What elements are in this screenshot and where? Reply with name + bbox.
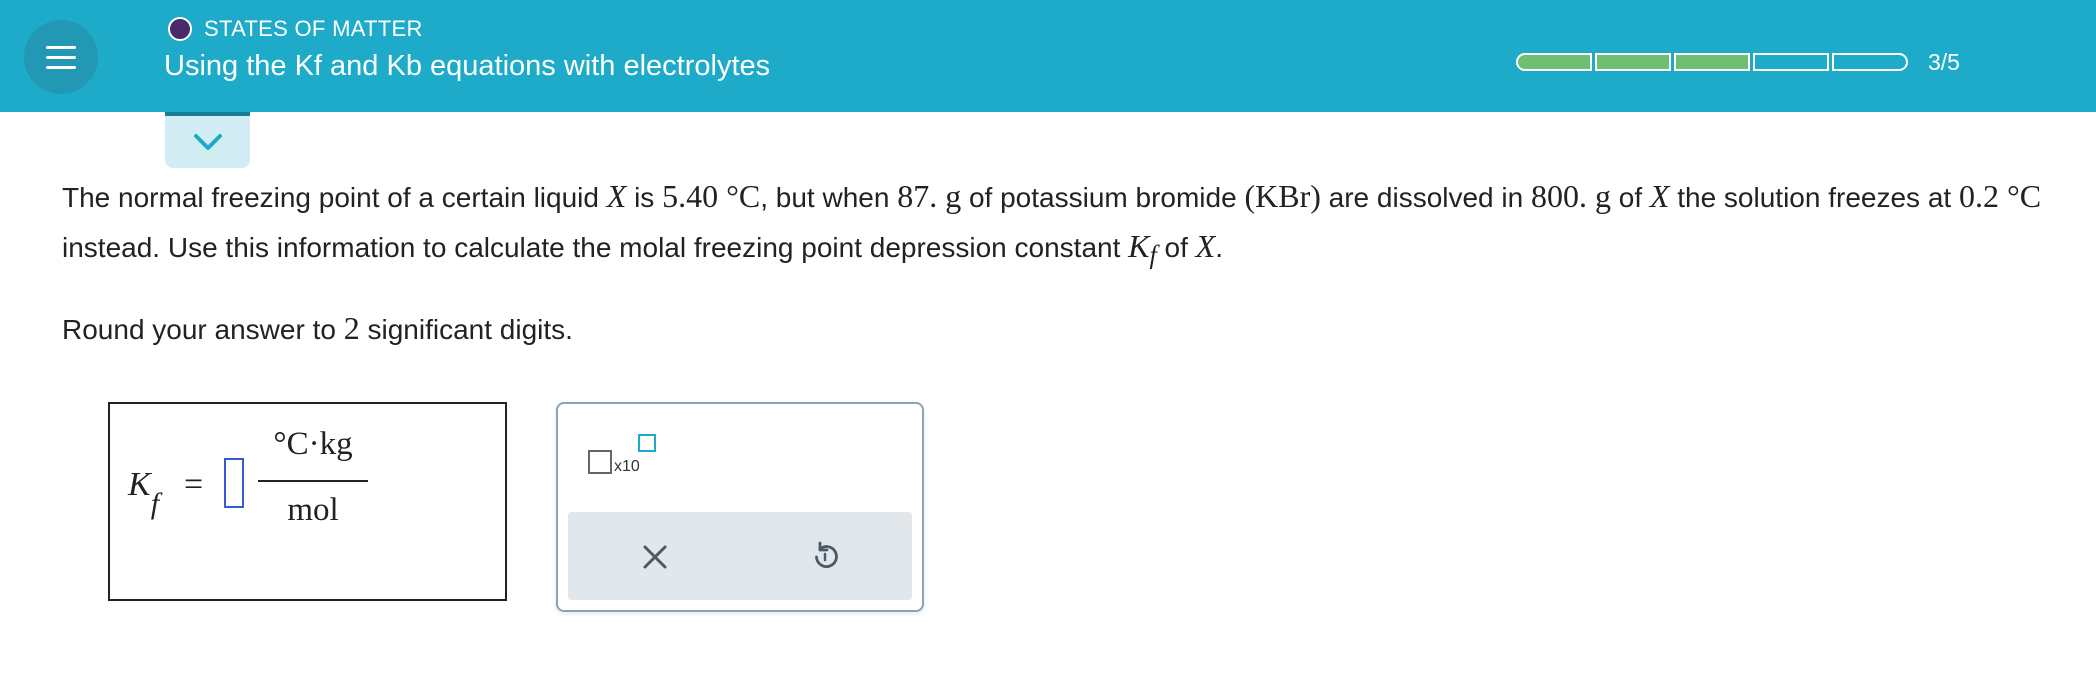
kf-symbol: Kf bbox=[128, 466, 159, 520]
header-bar: STATES OF MATTER Using the Kf and Kb equ… bbox=[0, 0, 2096, 112]
collapse-toggle[interactable] bbox=[165, 112, 250, 168]
topic-dot-icon bbox=[168, 17, 192, 41]
math-value: 800. g bbox=[1530, 178, 1611, 214]
round-text: Round your answer to bbox=[62, 314, 344, 345]
progress-segment bbox=[1595, 53, 1671, 71]
unit-numerator: °C·kg bbox=[273, 426, 353, 462]
problem-text: the solution freezes at bbox=[1669, 182, 1959, 213]
problem-text: of bbox=[1610, 182, 1650, 213]
progress-segment bbox=[1516, 53, 1592, 71]
problem-text: are dissolved in bbox=[1320, 182, 1531, 213]
problem-text: , but when bbox=[760, 182, 898, 213]
menu-button[interactable] bbox=[24, 20, 98, 94]
progress-segment bbox=[1753, 53, 1829, 71]
undo-button[interactable] bbox=[808, 540, 842, 574]
math-subscript: f bbox=[1149, 240, 1157, 270]
problem-text: of bbox=[1156, 232, 1196, 263]
math-value: 5.40 °C bbox=[662, 178, 761, 214]
round-digits: 2 bbox=[343, 310, 360, 346]
exponent-box-icon bbox=[638, 434, 656, 452]
problem-text: of potassium bromide bbox=[961, 182, 1245, 213]
tools-panel: x10 bbox=[556, 402, 924, 612]
hamburger-icon-line bbox=[46, 66, 76, 69]
math-var: K bbox=[1128, 228, 1150, 264]
undo-icon bbox=[815, 541, 838, 568]
math-var: X bbox=[606, 178, 627, 214]
math-value: 87. g bbox=[897, 178, 962, 214]
hamburger-icon-line bbox=[46, 56, 76, 59]
answer-box: Kf = °C·kg mol bbox=[108, 402, 507, 601]
action-bar bbox=[568, 512, 912, 600]
chevron-down-icon bbox=[194, 134, 222, 150]
math-var: X bbox=[1195, 228, 1216, 264]
problem-text: instead. Use this information to calcula… bbox=[62, 232, 1129, 263]
scientific-notation-button[interactable]: x10 bbox=[588, 434, 658, 478]
clear-button[interactable] bbox=[638, 540, 672, 574]
equals-sign: = bbox=[184, 466, 204, 503]
math-value: (KBr) bbox=[1244, 178, 1321, 214]
x-icon bbox=[643, 545, 667, 569]
unit-denominator: mol bbox=[287, 492, 339, 528]
problem-statement: The normal freezing point of a certain l… bbox=[62, 172, 2096, 280]
progress-bar bbox=[1516, 53, 1911, 71]
round-text: significant digits. bbox=[359, 314, 573, 345]
progress-segment bbox=[1832, 53, 1908, 71]
page-title: Using the Kf and Kb equations with elect… bbox=[164, 50, 771, 82]
problem-text: is bbox=[626, 182, 663, 213]
answer-input[interactable] bbox=[224, 458, 244, 508]
progress-count: 3/5 bbox=[1928, 49, 1960, 75]
math-value: 0.2 °C bbox=[1958, 178, 2042, 214]
kf-letter: K bbox=[128, 466, 151, 503]
rounding-instruction: Round your answer to 2 significant digit… bbox=[62, 310, 573, 347]
x10-label: x10 bbox=[614, 458, 640, 475]
problem-text: The normal freezing point of a certain l… bbox=[62, 182, 607, 213]
topic-label: STATES OF MATTER bbox=[204, 16, 423, 41]
base-box-icon bbox=[588, 450, 612, 474]
kf-subscript: f bbox=[150, 486, 160, 520]
math-var: X bbox=[1649, 178, 1670, 214]
hamburger-icon bbox=[46, 46, 76, 49]
fraction-bar bbox=[258, 480, 368, 482]
problem-text: . bbox=[1215, 232, 1223, 263]
progress-segment bbox=[1674, 53, 1750, 71]
